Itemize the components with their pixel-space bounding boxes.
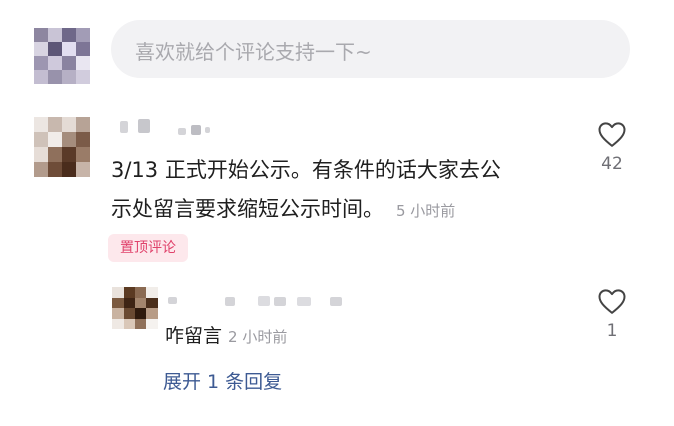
reply-text: 咋留言 [165, 325, 223, 347]
heart-outline-icon [594, 120, 630, 148]
current-user-avatar [34, 28, 90, 84]
pinned-comment-badge: 置顶评论 [108, 234, 188, 262]
comment-input[interactable]: 喜欢就给个评论支持一下~ [111, 20, 630, 78]
reply-author-avatar[interactable] [112, 287, 158, 329]
comment-time: 5 小时前 [396, 202, 456, 220]
reply-time: 2 小时前 [228, 328, 288, 346]
reply-like-count: 1 [606, 321, 618, 341]
reply-body: 咋留言 2 小时前 [165, 321, 287, 348]
reply-like-button[interactable]: 1 [594, 287, 630, 341]
heart-outline-icon [594, 287, 630, 315]
comment-line-2-text: 示处留言要求缩短公示时间。 [111, 197, 384, 221]
comment-line-2: 示处留言要求缩短公示时间。 5 小时前 [111, 190, 561, 231]
commenter-avatar[interactable] [34, 117, 90, 177]
comment-body: 3/13 正式开始公示。有条件的话大家去公 示处留言要求缩短公示时间。 5 小时前 [111, 151, 561, 231]
expand-replies-link[interactable]: 展开 1 条回复 [163, 367, 282, 394]
comment-line-1: 3/13 正式开始公示。有条件的话大家去公 [111, 158, 501, 182]
comment-input-placeholder: 喜欢就给个评论支持一下~ [135, 40, 372, 64]
comment-like-button[interactable]: 42 [594, 120, 630, 174]
comment-like-count: 42 [601, 154, 623, 174]
